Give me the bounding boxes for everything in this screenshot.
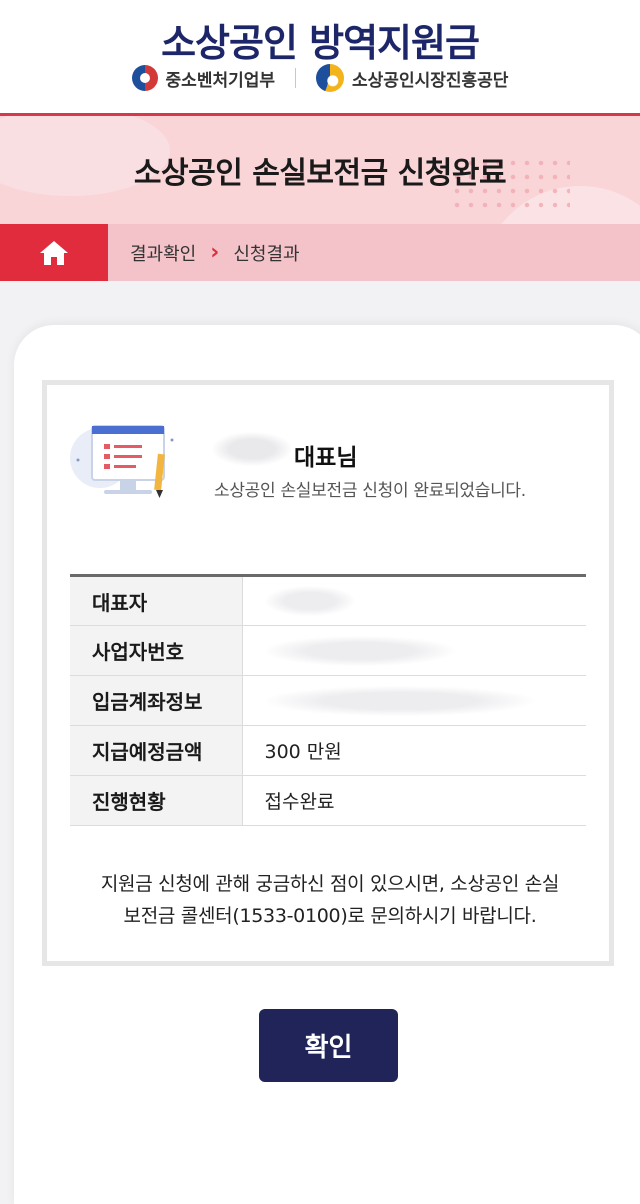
greeting-title: 대표님 — [294, 445, 358, 471]
semas-logo-icon — [316, 64, 345, 92]
row-label: 입금계좌정보 — [70, 675, 243, 726]
org-logos: 중소벤처기업부 소상공인시장진흥공단 — [0, 64, 640, 92]
redacted-value — [264, 635, 455, 666]
computer-document-icon — [70, 425, 174, 498]
breadcrumb: 결과확인 › 신청결과 — [0, 224, 640, 281]
breadcrumb-item-apply-result[interactable]: 신청결과 — [233, 240, 299, 266]
table-row: 사업자번호 — [70, 625, 586, 676]
page-title: 소상공인 손실보전금 신청완료 — [133, 156, 507, 191]
org-mss-label: 중소벤처기업부 — [165, 70, 276, 91]
row-value: 300 만원 — [264, 741, 342, 763]
org-semas[interactable]: 소상공인시장진흥공단 — [316, 64, 508, 92]
chevron-right-icon: › — [210, 240, 220, 265]
application-info-table: 대표자 사업자번호 입금계좌정보 지급예정금액 300 만원 진행현황 접수완료 — [70, 574, 586, 826]
callcenter-notice: 지원금 신청에 관해 궁금하신 점이 있으시면, 소상공인 손실 보전금 콜센터… — [60, 868, 600, 932]
table-row: 지급예정금액 300 만원 — [70, 725, 586, 776]
row-value — [242, 676, 586, 726]
home-icon — [40, 240, 68, 265]
row-value: 접수완료 — [264, 791, 335, 813]
row-label: 지급예정금액 — [70, 725, 243, 776]
row-label: 진행현황 — [70, 775, 243, 826]
completion-message: 소상공인 손실보전금 신청이 완료되었습니다. — [214, 481, 526, 501]
confirm-button[interactable]: 확인 — [259, 1009, 398, 1082]
org-mss[interactable]: 중소벤처기업부 — [131, 65, 276, 91]
breadcrumb-item-result-check[interactable]: 결과확인 — [130, 240, 196, 266]
site-title[interactable]: 소상공인 방역지원금 — [0, 12, 640, 67]
korea-emblem-icon — [131, 65, 158, 91]
row-value — [242, 576, 586, 626]
org-divider — [295, 68, 297, 88]
row-label: 사업자번호 — [70, 625, 243, 676]
table-row: 대표자 — [70, 575, 586, 626]
home-button[interactable] — [0, 224, 108, 281]
notice-line-2: 보전금 콜센터(1533-0100)로 문의하시기 바랍니다. — [123, 905, 537, 927]
site-header: 소상공인 방역지원금 중소벤처기업부 소상공인시장진흥공단 — [0, 0, 640, 116]
row-value — [242, 626, 586, 676]
table-row: 진행현황 접수완료 — [70, 775, 586, 826]
redacted-value — [264, 685, 535, 716]
org-semas-label: 소상공인시장진흥공단 — [352, 70, 509, 91]
redacted-value — [264, 586, 355, 616]
name-redacted — [212, 432, 292, 466]
notice-line-1: 지원금 신청에 관해 궁금하신 점이 있으시면, 소상공인 손실 — [100, 873, 560, 895]
table-row: 입금계좌정보 — [70, 675, 586, 726]
row-label: 대표자 — [70, 575, 243, 626]
